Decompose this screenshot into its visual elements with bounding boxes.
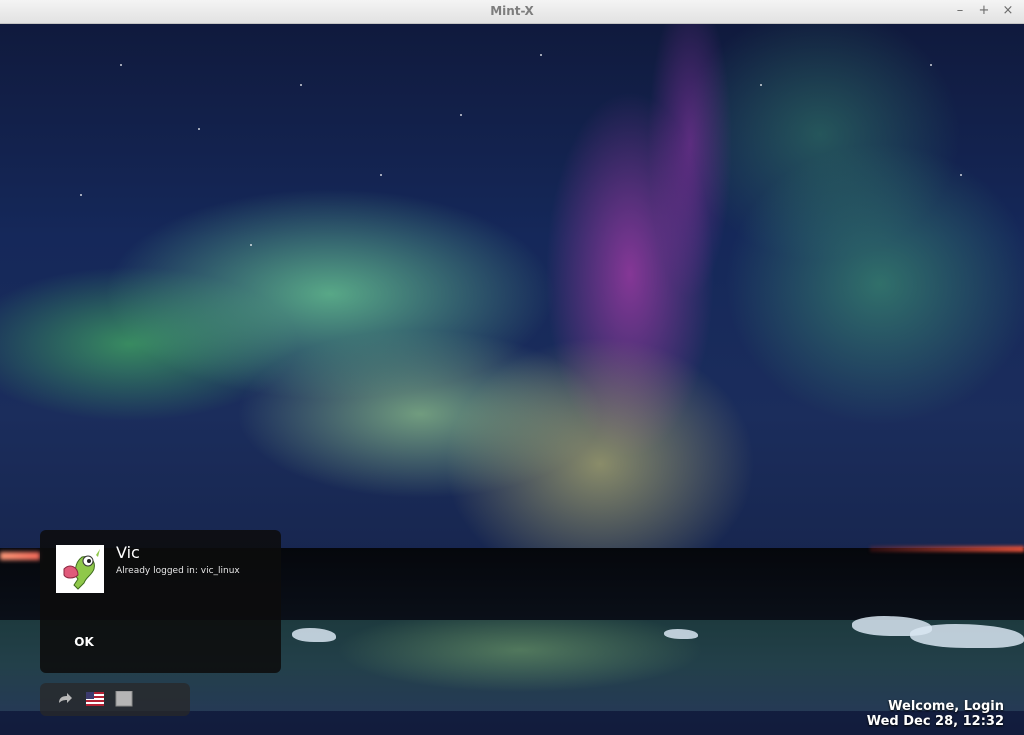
maximize-button[interactable]: + — [976, 3, 992, 19]
window-title: Mint-X — [490, 4, 534, 18]
gray-square-icon[interactable] — [115, 690, 133, 707]
user-name: Vic — [116, 543, 140, 562]
star — [930, 64, 932, 66]
star — [540, 54, 542, 56]
star — [198, 128, 200, 130]
us-flag-icon[interactable] — [86, 691, 104, 707]
close-button[interactable]: × — [1000, 3, 1016, 19]
city-lights-left — [0, 552, 40, 560]
star — [960, 174, 962, 176]
star — [760, 84, 762, 86]
user-avatar[interactable] — [56, 545, 104, 593]
city-lights-right — [870, 546, 1024, 552]
welcome-text: Welcome, Login — [888, 699, 1004, 714]
star — [300, 84, 302, 86]
minimize-button[interactable]: – — [952, 3, 968, 19]
window-controls: – + × — [952, 3, 1016, 19]
star — [460, 114, 462, 116]
ok-button[interactable]: OK — [64, 630, 104, 654]
session-arrow-icon[interactable] — [56, 691, 74, 707]
date-time: Wed Dec 28, 12:32 — [866, 714, 1004, 729]
ice-floe — [292, 628, 336, 642]
welcome-clock: Welcome, Login Wed Dec 28, 12:32 — [867, 699, 1004, 729]
session-toolbar — [40, 683, 190, 716]
dragon-avatar-icon — [56, 545, 104, 593]
ice-floe — [664, 629, 698, 639]
login-panel: Vic Already logged in: vic_linux OK — [40, 530, 281, 673]
window-titlebar[interactable]: Mint-X – + × — [0, 0, 1024, 24]
star — [80, 194, 82, 196]
star — [380, 174, 382, 176]
session-status: Already logged in: vic_linux — [116, 566, 240, 576]
star — [120, 64, 122, 66]
star — [250, 244, 252, 246]
